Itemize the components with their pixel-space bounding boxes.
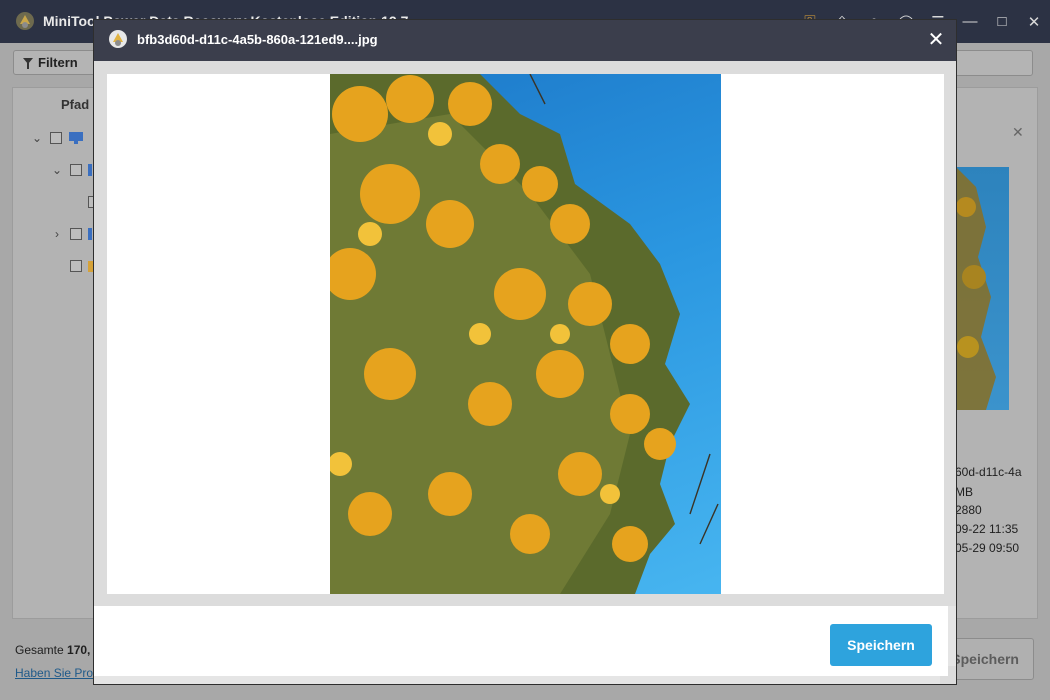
tree-checkbox[interactable] — [70, 228, 82, 240]
dialog-header: bfb3d60d-d11c-4a5b-860a-121ed9....jpg ✕ — [94, 20, 956, 61]
maximize-icon[interactable]: □ — [986, 0, 1018, 43]
total-files-text: Gesamte 170, — [15, 643, 90, 657]
detail-filename: 60d-d11c-4a — [955, 465, 1022, 479]
tree-photo-graphic — [330, 74, 719, 594]
tree-checkbox[interactable] — [70, 260, 82, 272]
detail-dimensions: 2880 — [955, 503, 982, 517]
filter-label: Filtern — [38, 55, 78, 70]
help-link[interactable]: Haben Sie Pro — [15, 666, 93, 680]
tree-checkbox[interactable] — [70, 164, 82, 176]
dialog-footer — [94, 606, 948, 676]
total-label: Gesamte — [15, 643, 68, 657]
tree-header-path: Pfad — [61, 97, 90, 112]
dialog-title: bfb3d60d-d11c-4a5b-860a-121ed9....jpg — [137, 32, 378, 47]
chevron-down-icon[interactable]: ⌄ — [31, 131, 43, 145]
minitool-logo-icon — [16, 12, 34, 30]
detail-size: MB — [955, 485, 973, 499]
vertical-scrollbar[interactable] — [948, 606, 956, 666]
total-value: 170, — [67, 643, 91, 657]
tree-row-root[interactable]: ⌄ — [31, 129, 84, 147]
image-preview-dialog: bfb3d60d-d11c-4a5b-860a-121ed9....jpg ✕ — [93, 19, 957, 685]
save-button[interactable]: Speichern — [830, 624, 932, 666]
tree-checkbox[interactable] — [50, 132, 62, 144]
filter-icon — [23, 58, 33, 69]
tree-row-drive-2[interactable]: › — [51, 225, 98, 243]
close-icon[interactable]: ✕ — [1018, 0, 1050, 43]
dialog-close-icon[interactable]: ✕ — [924, 28, 948, 52]
minimize-icon[interactable]: — — [954, 0, 986, 43]
detail-created: 09-22 11:35 — [955, 522, 1019, 536]
thumbnail-tree-graphic — [956, 167, 996, 410]
background-save-button[interactable]: Speichern — [946, 638, 1034, 680]
minitool-logo-icon — [109, 30, 127, 48]
tree-row-drive[interactable]: ⌄ — [51, 161, 98, 179]
detail-modified: 05-29 09:50 — [955, 541, 1020, 555]
chevron-down-icon[interactable]: ⌄ — [51, 163, 63, 177]
preview-photo — [330, 74, 721, 594]
thumbnail-image — [956, 167, 1009, 410]
horizontal-scrollbar[interactable] — [94, 676, 940, 684]
chevron-right-icon[interactable]: › — [51, 227, 63, 241]
side-panel-close-icon[interactable]: ✕ — [1012, 124, 1024, 141]
computer-icon — [69, 132, 83, 144]
image-preview-area — [107, 74, 944, 594]
